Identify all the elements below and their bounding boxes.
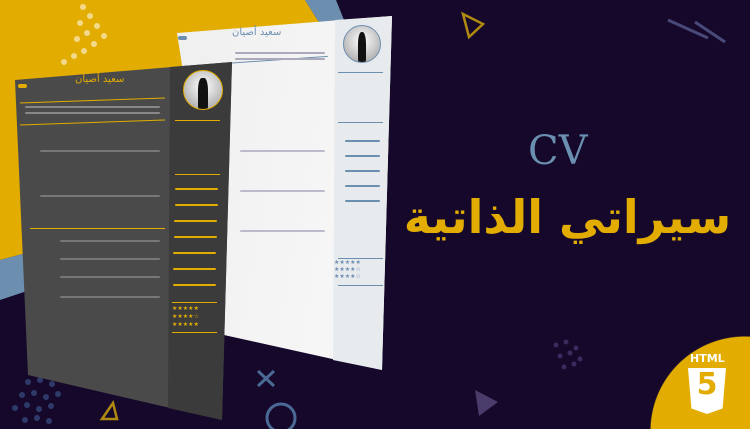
banner-title: CV: [528, 128, 588, 174]
toggle-icon: [178, 36, 187, 40]
text-line: [60, 296, 160, 298]
skill-bar: [345, 185, 380, 187]
circle-outline: [265, 402, 297, 429]
cv-name: سعيد أصيان: [232, 27, 282, 38]
decor-stripe: [667, 18, 709, 40]
skill-bar: [173, 268, 216, 270]
skill-bar: [345, 170, 380, 172]
avatar: [183, 70, 223, 110]
text-line: [60, 240, 160, 242]
skill-bar: [173, 284, 216, 286]
avatar: [343, 25, 381, 63]
text-line: [240, 230, 325, 232]
rating-stars: ★★★★☆: [334, 266, 361, 273]
rating-stars: ★★★★★: [172, 321, 199, 328]
text-line: [25, 106, 160, 108]
rating-stars: ★★★★☆: [172, 313, 199, 320]
decor-stripe: [694, 20, 726, 44]
skill-bar: [345, 140, 380, 142]
banner-subtitle: سيراتي الذاتية: [403, 190, 732, 244]
decor-dots-purple: [553, 339, 583, 370]
text-line: [25, 112, 160, 114]
rating-stars: ★★★★★: [172, 305, 199, 312]
divider: [172, 332, 217, 333]
html5-badge-label: HTML: [690, 352, 725, 365]
text-line: [240, 150, 325, 152]
divider: [30, 228, 165, 229]
rating-stars: ★★★★☆: [334, 273, 361, 280]
divider: [175, 174, 220, 175]
divider: [175, 120, 220, 121]
triangle-outline-top: [461, 11, 486, 40]
text-line: [40, 195, 160, 197]
text-line: [240, 190, 325, 192]
text-line: [60, 258, 160, 260]
skill-bar: [175, 188, 218, 190]
skill-bar: [175, 204, 218, 206]
triangle-outline-bottom: [99, 400, 119, 421]
text-line: [235, 58, 325, 60]
html5-badge-number: 5: [696, 367, 718, 402]
skill-bar: [174, 236, 217, 238]
decor-dots-blue: [12, 377, 61, 424]
divider: [338, 285, 383, 286]
skill-bar: [345, 155, 380, 157]
text-line: [235, 52, 325, 54]
divider: [172, 302, 217, 303]
triangle-filled: [475, 390, 498, 416]
skill-bar: [345, 200, 380, 202]
text-line: [60, 276, 160, 278]
text-line: [40, 150, 160, 152]
skill-bar: [174, 220, 217, 222]
cv-name: سعيد أصيان: [75, 74, 125, 85]
divider: [338, 72, 383, 73]
divider: [338, 122, 383, 123]
rating-stars: ★★★★★: [334, 259, 361, 266]
skill-bar: [173, 252, 216, 254]
toggle-icon: [18, 84, 27, 88]
